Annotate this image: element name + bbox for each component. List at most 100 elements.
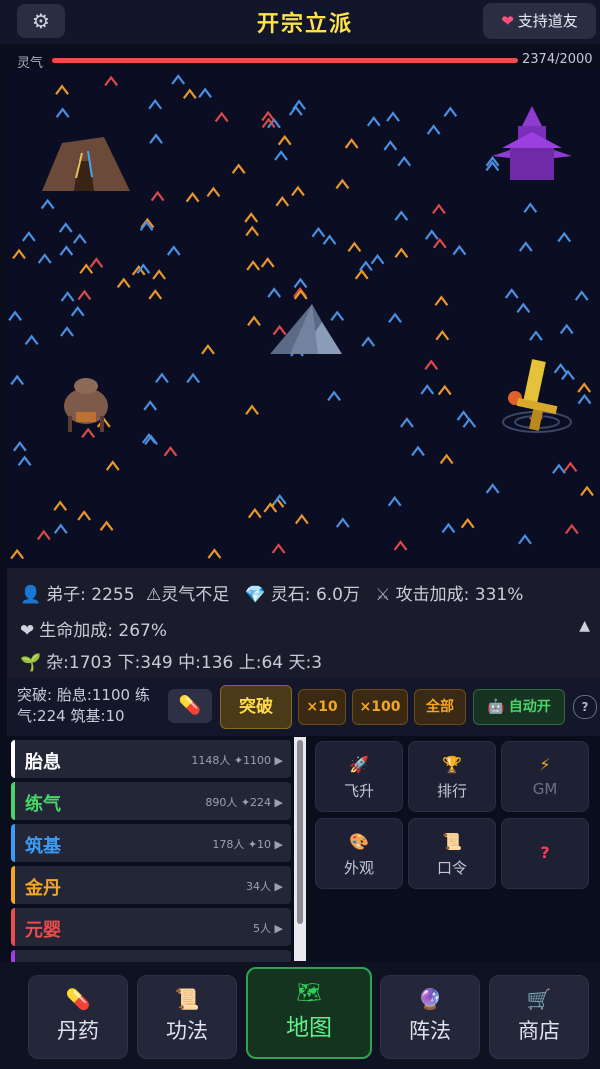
realm-name: 筑基 [25,836,61,857]
disciple-marker [432,237,447,249]
support-button[interactable]: ❤ 支持道友 [483,3,596,39]
breakthrough-all-button[interactable]: 全部 [414,689,466,725]
disciple-marker [99,520,114,531]
nav-map[interactable]: 🗺 地图 [246,967,372,1059]
disciple-marker [245,404,259,415]
disciple-marker [386,111,400,122]
gm-button[interactable]: ⚡ GM [501,741,589,812]
stats-panel: 👤 弟子: 2255 ⚠灵气不足 💎 灵石: 6.0万 ⚔ 攻击加成: 331% ❤ 生… [7,568,600,678]
attack-bonus: 攻击加成: 331% [395,585,524,605]
nav-shop[interactable]: 🛒 商店 [489,975,589,1059]
passcode-button[interactable]: 📜 口令 [408,818,496,889]
realm-scrollbar-thumb[interactable] [297,740,303,924]
disciple-count: 弟子: 2255 [46,585,135,605]
disciple-marker [311,226,326,238]
passcode-label: 口令 [436,859,467,877]
disciple-marker [186,372,201,384]
life-bonus: 生命加成: 267% [39,621,167,641]
disciple-marker [388,312,402,323]
realm-item[interactable]: 筑基 178人 ✦10 ▶ [11,824,291,862]
appearance-button[interactable]: 🎨 外观 [315,818,403,889]
disciple-marker [435,329,450,341]
disciple-marker [21,231,36,242]
disciple-marker [166,245,181,256]
disciple-marker [245,225,260,237]
pill-icon: 💊 [65,987,91,1011]
realm-item-partial[interactable] [11,950,291,962]
disciple-marker [24,334,39,346]
palette-icon: 🎨 [349,832,369,851]
disciple-marker [559,323,574,335]
disciple-marker [577,382,592,393]
mystery-button[interactable]: ? [501,818,589,889]
disciple-marker [516,302,531,313]
disciple-marker [383,140,398,151]
stats-row-1: 👤 弟子: 2255 ⚠灵气不足 💎 灵石: 6.0万 ⚔ 攻击加成: 331% [20,580,523,605]
auto-label: 自动开 [508,699,551,715]
pill-button[interactable]: 💊 [168,689,212,723]
disciple-marker [387,495,402,507]
map-canvas [8,74,594,560]
disciple-marker [148,289,163,300]
ranking-button[interactable]: 🏆 排行 [408,741,496,812]
realm-item[interactable]: 胎息 1148人 ✦1100 ▶ [11,740,291,778]
disciple-marker [206,186,221,198]
disciple-marker [12,440,27,452]
settings-button[interactable]: ⚙ [17,4,65,38]
disciple-marker [420,384,435,395]
disciple-marker [201,344,215,355]
pagoda-building[interactable] [492,106,572,180]
help-button[interactable]: ? [573,695,597,719]
disciple-marker [424,229,439,240]
disciple-marker [441,522,456,534]
stats-row-3: 🌱 杂:1703 下:349 中:136 上:64 天:3 [20,648,322,673]
disciple-marker [77,510,92,521]
swords-icon: ⚔ [375,585,391,605]
breakthrough-x100-button[interactable]: ×100 [352,689,408,725]
disciple-marker [55,84,69,95]
disciple-marker [460,517,475,529]
collapse-button[interactable]: ▲ [579,618,590,634]
cauldron-building[interactable] [64,378,108,432]
heart-icon: ❤ [501,12,514,30]
disciple-marker [432,203,446,215]
tent-building[interactable] [42,137,130,191]
realm-item[interactable]: 金丹 34人 ▶ [11,866,291,904]
gm-label: GM [532,780,558,798]
realm-stat: 1148人 ✦1100 ▶ [191,754,283,767]
disciple-marker [293,277,308,289]
realm-item[interactable]: 元婴 5人 ▶ [11,908,291,946]
nav-label: 地图 [286,1015,332,1041]
disciple-marker [577,393,592,405]
auto-breakthrough-toggle[interactable]: 🤖 自动开 [473,689,565,725]
disciple-marker [564,523,579,535]
disciple-marker [563,461,578,473]
disciple-marker [185,191,200,203]
breakthrough-x10-button[interactable]: ×10 [298,689,346,725]
disciple-marker [116,277,131,288]
disciple-marker [358,260,373,272]
disciple-marker [77,289,92,301]
lightning-icon: ⚡ [539,755,551,774]
sect-map[interactable] [7,68,600,568]
nav-pills[interactable]: 💊 丹药 [28,975,128,1059]
realm-item[interactable]: 练气 890人 ✦224 ▶ [11,782,291,820]
realm-name: 胎息 [25,752,61,773]
realm-list[interactable]: 胎息 1148人 ✦1100 ▶ 练气 890人 ✦224 ▶ 筑基 178人 ✦10… [11,740,291,962]
disciple-marker [393,540,408,551]
disciple-marker [36,529,51,541]
disciple-marker [277,134,292,146]
disciple-marker [55,107,70,118]
disciple-marker [400,417,414,428]
disciple-marker [89,257,104,268]
sword-landmark[interactable] [502,359,572,433]
ascend-button[interactable]: 🚀 飞升 [315,741,403,812]
disciple-marker [271,543,286,554]
disciple-marker [561,369,575,381]
nav-techniques[interactable]: 📜 功法 [137,975,237,1059]
ascend-label: 飞升 [343,782,374,800]
nav-formations[interactable]: 🔮 阵法 [380,975,480,1059]
breakthrough-requirement: 突破: 胎息:1100 练气:224 筑基:10 [17,686,150,725]
breakthrough-button[interactable]: 突破 [220,685,292,729]
disciple-marker [335,178,350,190]
